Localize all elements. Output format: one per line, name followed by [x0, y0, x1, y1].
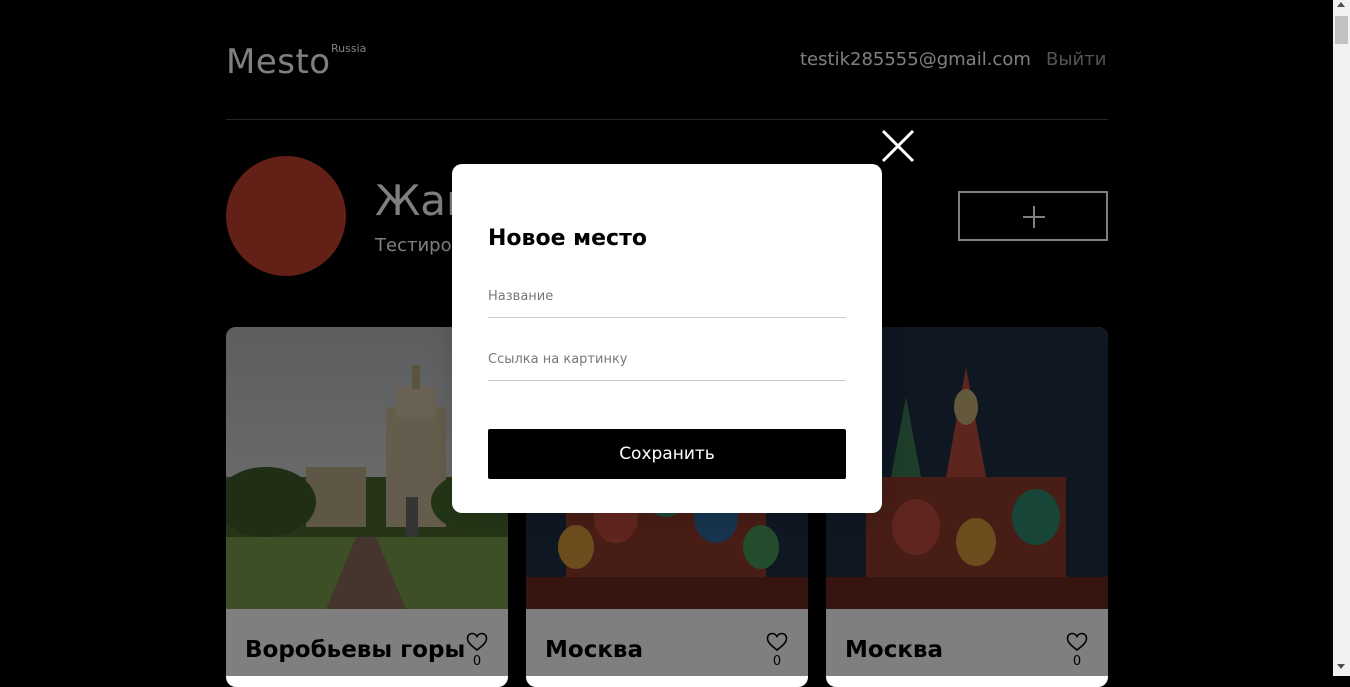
scroll-down-arrow-icon[interactable] — [1337, 664, 1345, 669]
scroll-thumb[interactable] — [1335, 16, 1348, 44]
scroll-up-arrow-icon[interactable] — [1337, 2, 1345, 7]
image-link-input[interactable] — [488, 349, 846, 381]
popup-title: Новое место — [488, 226, 647, 251]
save-button[interactable]: Сохранить — [488, 429, 846, 479]
close-icon[interactable] — [878, 126, 918, 166]
page: Mesto Russia testik285555@gmail.com Выйт… — [0, 0, 1333, 687]
place-name-input[interactable] — [488, 286, 846, 318]
scrollbar[interactable] — [1333, 0, 1350, 676]
new-place-popup: Новое место Сохранить — [452, 164, 882, 513]
